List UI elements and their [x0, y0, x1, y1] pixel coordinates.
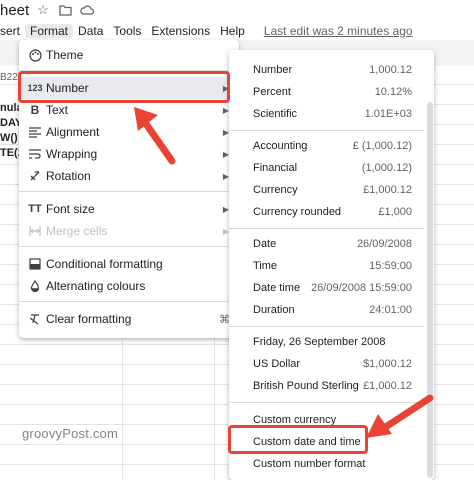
option-label: Friday, 26 September 2008: [253, 336, 386, 348]
font-size-icon: TT: [28, 203, 42, 215]
number-format-option[interactable]: US Dollar $1,000.12: [229, 354, 424, 374]
menu-item-label: Theme: [46, 48, 84, 62]
cell-text[interactable]: W(): [0, 132, 18, 144]
option-label: Duration: [253, 304, 295, 316]
number-format-option[interactable]: Currency rounded £1,000: [229, 202, 424, 222]
title-bar: heet ☆: [0, 0, 474, 20]
wrap-icon: [28, 147, 42, 161]
option-example: 26/09/2008: [356, 238, 412, 250]
number-format-option[interactable]: Date time 26/09/2008 15:59:00: [229, 278, 424, 298]
option-label: British Pound Sterling: [253, 380, 359, 392]
number-format-option[interactable]: Number 1,000.12: [229, 60, 424, 80]
red-arrow-icon: [366, 394, 434, 438]
cloud-icon[interactable]: [80, 3, 94, 17]
option-example: 1,000.12: [369, 64, 412, 76]
option-label: Currency: [253, 184, 298, 196]
option-example: 15:59:00: [369, 260, 412, 272]
menu-format[interactable]: Format: [25, 24, 74, 38]
option-example: £1,000.12: [363, 380, 412, 392]
menu-item-label: Merge cells: [46, 224, 108, 238]
watermark-logo: groovyPost.com: [22, 426, 119, 441]
number-format-option[interactable]: Financial (1,000.12): [229, 158, 424, 178]
number-format-option[interactable]: Duration 24:01:00: [229, 300, 424, 320]
option-label: US Dollar: [253, 358, 301, 370]
number-highlight-box: [18, 71, 230, 103]
merge-cells-icon: [28, 224, 42, 238]
menu-item-label: Alternating colours: [46, 279, 146, 293]
number-format-option[interactable]: Percent 10.12%: [229, 82, 424, 102]
fill-drop-icon: [28, 279, 42, 293]
option-label: Time: [253, 260, 278, 272]
align-icon: [28, 125, 42, 139]
document-title[interactable]: heet: [0, 2, 29, 19]
option-label: Percent: [253, 86, 291, 98]
menu-extensions[interactable]: Extensions: [146, 24, 215, 38]
option-example: £ (1,000.12): [352, 140, 412, 152]
menu-item-label: Wrapping: [46, 147, 98, 161]
folder-move-icon[interactable]: [58, 3, 72, 17]
menu-divider: [229, 130, 424, 131]
option-label: Date time: [253, 282, 301, 294]
menu-item-rotation[interactable]: Rotation ▶: [19, 165, 239, 187]
number-format-option[interactable]: Time 15:59:00: [229, 256, 424, 276]
option-label: Date: [253, 238, 277, 250]
menu-item-label: Rotation: [46, 169, 91, 183]
menu-item-conditional-formatting[interactable]: Conditional formatting: [19, 253, 239, 275]
name-box[interactable]: B22: [0, 72, 18, 83]
rotation-icon: [28, 169, 42, 183]
number-format-option[interactable]: Date 26/09/2008: [229, 234, 424, 254]
option-label: Number: [253, 64, 293, 76]
menu-item-alternating-colours[interactable]: Alternating colours: [19, 275, 239, 297]
palette-icon: [28, 48, 42, 62]
menu-item-label: Conditional formatting: [46, 257, 163, 271]
menu-divider: [229, 326, 424, 327]
number-format-option[interactable]: Currency £1,000.12: [229, 180, 424, 200]
menu-help[interactable]: Help: [215, 24, 250, 38]
option-example: £1,000: [378, 206, 412, 218]
option-label: Custom number format: [253, 458, 366, 470]
menu-item-merge-cells[interactable]: Merge cells ▶: [19, 220, 239, 242]
menu-item-label: Font size: [46, 202, 95, 216]
conditional-format-icon: [28, 257, 42, 271]
menu-tools[interactable]: Tools: [108, 24, 146, 38]
star-icon[interactable]: ☆: [36, 2, 50, 17]
menu-item-wrapping[interactable]: Wrapping ▶: [19, 143, 239, 165]
option-label: Accounting: [253, 140, 308, 152]
menu-item-clear-formatting[interactable]: Clear formatting ⌘\: [19, 308, 239, 330]
menu-data[interactable]: Data: [73, 24, 108, 38]
option-example: 26/09/2008 15:59:00: [311, 282, 412, 294]
menu-divider: [19, 246, 239, 247]
bold-text-icon: B: [30, 103, 40, 117]
option-example: $1,000.12: [363, 358, 412, 370]
menu-divider: [19, 301, 239, 302]
last-edit-link[interactable]: Last edit was 2 minutes ago: [250, 24, 413, 38]
menu-item-alignment[interactable]: Alignment ▶: [19, 121, 239, 143]
option-example: 24:01:00: [369, 304, 412, 316]
custom-date-time-highlight-box: [228, 425, 368, 454]
menu-item-theme[interactable]: Theme: [19, 44, 239, 66]
menu-insert[interactable]: sert: [0, 24, 25, 38]
custom-number-format-option[interactable]: Custom number format: [229, 454, 424, 474]
menu-item-label: Clear formatting: [46, 312, 132, 326]
menu-item-label: Alignment: [46, 125, 100, 139]
option-label: Currency rounded: [253, 206, 342, 218]
red-arrow-icon: [134, 107, 176, 165]
option-label: Scientific: [253, 108, 298, 120]
menu-item-label: Text: [46, 103, 69, 117]
option-example: £1,000.12: [363, 184, 412, 196]
clear-format-icon: [28, 312, 42, 326]
option-example: 10.12%: [374, 86, 412, 98]
option-label: Financial: [253, 162, 298, 174]
option-example: (1,000.12): [361, 162, 412, 174]
menu-divider: [19, 191, 239, 192]
number-format-option[interactable]: Friday, 26 September 2008: [229, 332, 424, 352]
option-example: 1.01E+03: [364, 108, 412, 120]
menu-item-font-size[interactable]: TT Font size ▶: [19, 198, 239, 220]
number-format-option[interactable]: Accounting £ (1,000.12): [229, 136, 424, 156]
number-format-option[interactable]: Scientific 1.01E+03: [229, 104, 424, 124]
menu-divider: [229, 228, 424, 229]
menu-bar: sert Format Data Tools Extensions Help L…: [0, 22, 474, 40]
